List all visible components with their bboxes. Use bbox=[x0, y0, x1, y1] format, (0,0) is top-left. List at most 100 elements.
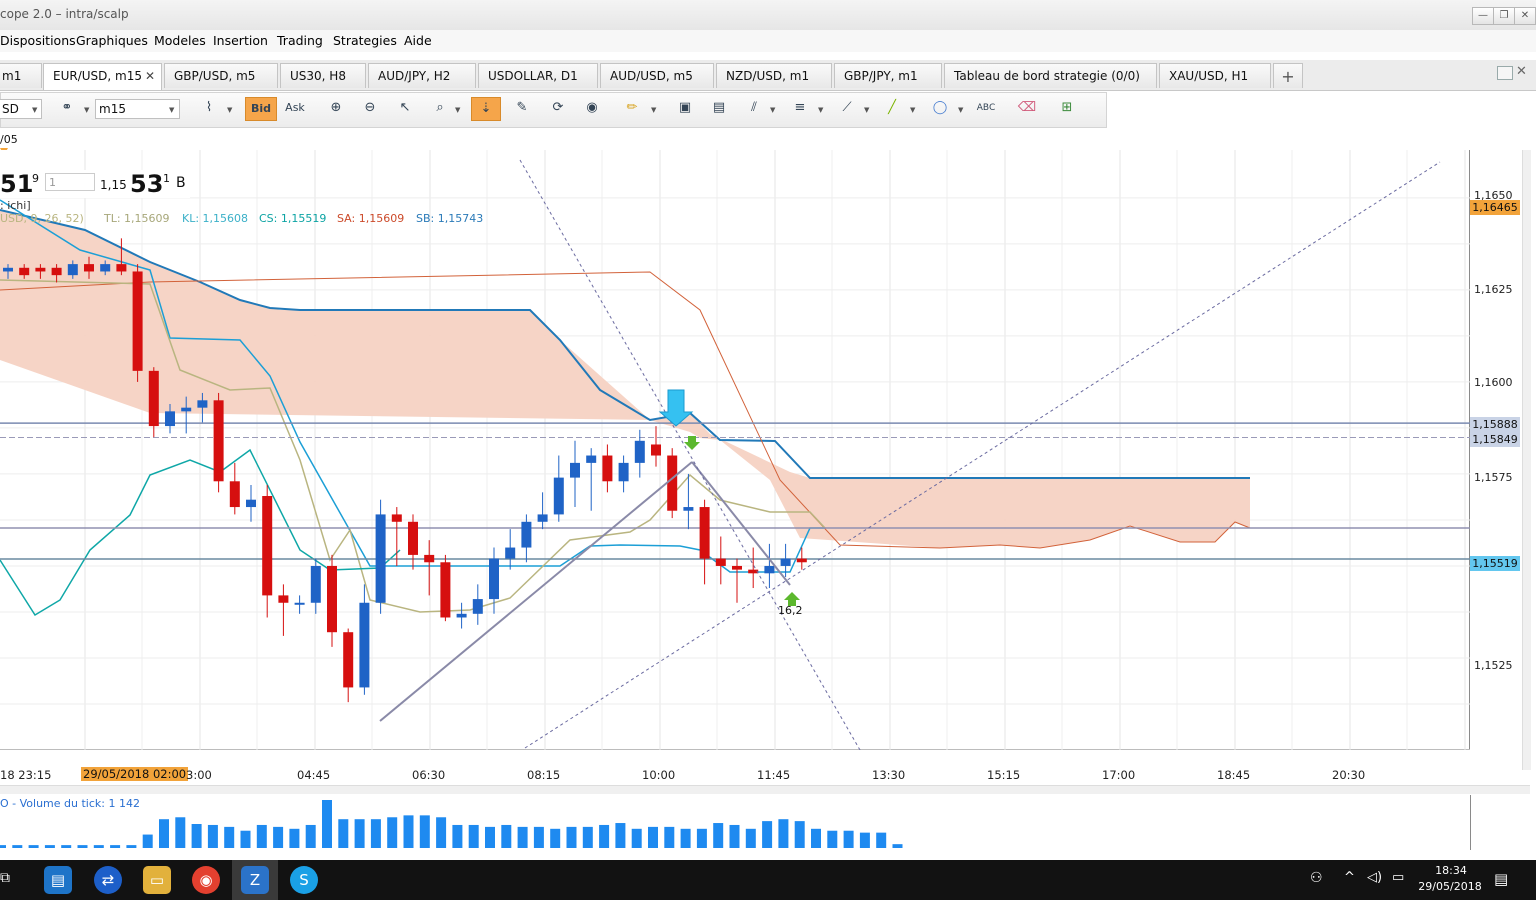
tab-m1[interactable]: m1 bbox=[0, 63, 42, 88]
skype-icon[interactable]: S bbox=[290, 866, 318, 894]
horizontal-scrollbar[interactable] bbox=[0, 785, 1530, 794]
zoom-out-icon[interactable]: ⊖ bbox=[358, 97, 382, 121]
close-pane-icon[interactable]: ✕ bbox=[1516, 64, 1527, 79]
tab-xau-usd-h1[interactable]: XAU/USD, H1 bbox=[1159, 63, 1271, 88]
menu-strategies[interactable]: Strategies bbox=[333, 33, 397, 48]
volume-bar bbox=[566, 826, 577, 848]
bid-button[interactable]: Bid bbox=[245, 97, 277, 121]
zoom-in-icon[interactable]: ⊕ bbox=[324, 97, 348, 121]
chevron-down-icon[interactable]: ▼ bbox=[169, 106, 174, 114]
globe-icon[interactable]: ◉ bbox=[580, 97, 604, 121]
eraser-icon[interactable]: ⌫ bbox=[1015, 97, 1039, 121]
lines-icon[interactable]: ≡ bbox=[788, 97, 812, 121]
candlestick-chart[interactable] bbox=[0, 150, 1470, 750]
menu-aide[interactable]: Aide bbox=[404, 33, 432, 48]
teamviewer-icon[interactable]: ⇄ bbox=[94, 866, 122, 894]
candle-body bbox=[780, 558, 791, 566]
timeframe-select[interactable]: m15 bbox=[95, 99, 180, 119]
volume-panel[interactable] bbox=[0, 795, 1471, 850]
quote-big-digits: 51 bbox=[0, 170, 34, 198]
close-button[interactable]: ✕ bbox=[1514, 7, 1536, 25]
tab-gbp-usd-m5[interactable]: GBP/USD, m5 bbox=[164, 63, 278, 88]
volume-bar bbox=[615, 823, 626, 848]
chevron-down-icon[interactable]: ▼ bbox=[864, 106, 869, 114]
people-icon[interactable]: ⚇ bbox=[1310, 870, 1323, 886]
chevron-down-icon[interactable]: ▼ bbox=[770, 106, 775, 114]
hierarchy-icon[interactable]: ⊞ bbox=[1055, 97, 1079, 121]
volume-bar bbox=[794, 821, 805, 848]
annotation-label: 16,2 bbox=[778, 604, 803, 617]
volume-bar bbox=[305, 824, 316, 848]
template-icon[interactable]: ▤ bbox=[707, 97, 731, 121]
restore-button[interactable]: ❐ bbox=[1493, 7, 1515, 25]
link-icon[interactable]: ⚭ bbox=[55, 97, 79, 121]
autoscroll-icon[interactable]: ⇣ bbox=[471, 97, 501, 121]
cursor-icon[interactable]: ↖ bbox=[393, 97, 417, 121]
text-tool-icon[interactable]: ABC bbox=[974, 97, 998, 121]
volume-chart bbox=[0, 800, 903, 848]
chart-plot-area[interactable] bbox=[0, 150, 1470, 750]
volume-bar bbox=[126, 845, 137, 848]
trading-app-icon[interactable]: Z bbox=[241, 866, 269, 894]
ruler-icon[interactable]: ✏ bbox=[620, 97, 644, 121]
volume-bar bbox=[778, 819, 789, 848]
candle-body bbox=[699, 507, 710, 559]
menu-modeles[interactable]: Modeles bbox=[154, 33, 206, 48]
trend-tool-icon[interactable]: ⫽ bbox=[742, 97, 766, 121]
notifications-icon[interactable]: ▤ bbox=[1494, 870, 1508, 888]
volume-icon[interactable]: ◁) bbox=[1367, 870, 1382, 885]
time-tick: 08:15 bbox=[527, 768, 561, 782]
tab-aud-usd-m5[interactable]: AUD/USD, m5 bbox=[600, 63, 714, 88]
quote-price-prefix: 1,15 bbox=[100, 178, 127, 192]
minimize-button[interactable]: — bbox=[1472, 7, 1494, 25]
file-explorer-icon[interactable]: ▤ bbox=[44, 866, 72, 894]
edit-chart-icon[interactable]: ✎ bbox=[510, 97, 534, 121]
candle-body bbox=[84, 264, 94, 272]
volume-bar bbox=[175, 817, 186, 848]
tab-gbp-jpy-m1[interactable]: GBP/JPY, m1 bbox=[834, 63, 942, 88]
chevron-down-icon[interactable]: ▼ bbox=[958, 106, 963, 114]
tab-close-icon[interactable]: ✕ bbox=[145, 64, 155, 89]
volume-bar bbox=[403, 815, 414, 848]
folder-icon[interactable]: ▭ bbox=[143, 866, 171, 894]
fan-tool-icon[interactable]: ⟋ bbox=[835, 97, 859, 121]
chevron-down-icon[interactable]: ▼ bbox=[651, 106, 656, 114]
restore-pane-icon[interactable] bbox=[1497, 66, 1513, 80]
chrome-icon[interactable]: ◉ bbox=[192, 866, 220, 894]
quote-side[interactable]: B bbox=[176, 175, 186, 191]
chevron-down-icon[interactable]: ▼ bbox=[32, 106, 37, 114]
tab-us30-h8[interactable]: US30, H8 bbox=[280, 63, 366, 88]
task-view-icon[interactable]: ⧉ bbox=[0, 870, 10, 886]
chevron-down-icon[interactable]: ▼ bbox=[818, 106, 823, 114]
refresh-icon[interactable]: ⟳ bbox=[546, 97, 570, 121]
menu-graphiques[interactable]: Graphiques bbox=[76, 33, 148, 48]
network-icon[interactable]: ▭ bbox=[1392, 870, 1404, 885]
pencil-line-icon[interactable]: ╱ bbox=[880, 97, 904, 121]
chevron-up-icon[interactable]: ^ bbox=[1344, 870, 1355, 885]
image-icon[interactable]: ▣ bbox=[673, 97, 697, 121]
tab-usdollar-d1[interactable]: USDOLLAR, D1 bbox=[478, 63, 598, 88]
ask-button[interactable]: Ask bbox=[280, 97, 310, 121]
ellipse-icon[interactable]: ◯ bbox=[928, 97, 952, 121]
volume-bar bbox=[142, 834, 153, 848]
chart-type-icon[interactable]: ⌇ bbox=[197, 97, 221, 121]
chevron-down-icon[interactable]: ▼ bbox=[227, 106, 232, 114]
menu-insertion[interactable]: Insertion bbox=[213, 33, 268, 48]
clock-time[interactable]: 18:34 bbox=[1423, 864, 1479, 877]
chevron-down-icon[interactable]: ▼ bbox=[455, 106, 460, 114]
tab-eur-usd-m15[interactable]: EUR/USD, m15 ✕ bbox=[43, 63, 162, 90]
chevron-down-icon[interactable]: ▼ bbox=[84, 106, 89, 114]
volume-bar bbox=[745, 828, 756, 848]
tab-aud-jpy-h2[interactable]: AUD/JPY, H2 bbox=[368, 63, 476, 88]
menu-dispositions[interactable]: Dispositions bbox=[0, 33, 76, 48]
price-tick: 1,1575 bbox=[1474, 471, 1513, 484]
quantity-input[interactable]: 1 bbox=[45, 173, 95, 191]
new-tab-button[interactable]: + bbox=[1273, 63, 1303, 88]
tab-tableau-de-bord[interactable]: Tableau de bord strategie (0/0) bbox=[944, 63, 1157, 88]
menu-trading[interactable]: Trading bbox=[277, 33, 323, 48]
chevron-down-icon[interactable]: ▼ bbox=[910, 106, 915, 114]
magnify-icon[interactable]: ⌕ bbox=[428, 97, 452, 121]
tab-nzd-usd-m1[interactable]: NZD/USD, m1 bbox=[716, 63, 832, 88]
clock-date[interactable]: 29/05/2018 bbox=[1417, 880, 1483, 893]
vertical-scrollbar[interactable] bbox=[1522, 150, 1531, 770]
